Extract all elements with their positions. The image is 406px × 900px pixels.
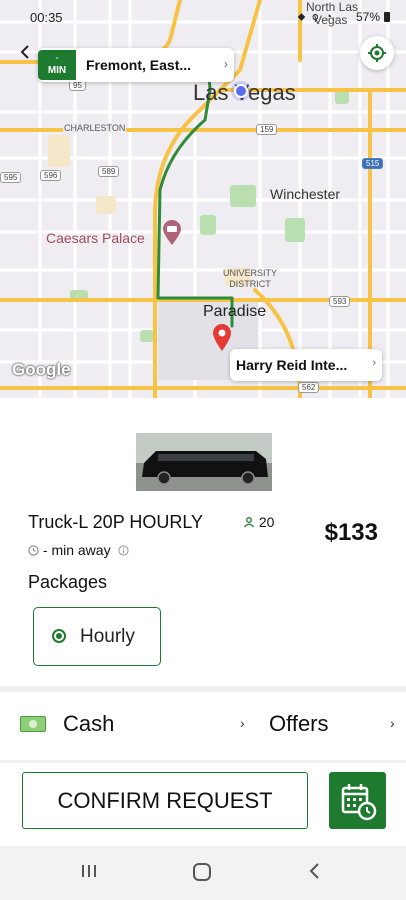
chevron-right-icon[interactable]: › [390,715,395,731]
packages-heading: Packages [28,572,108,592]
dropoff-address: Harry Reid Inte... [236,357,348,373]
route-shield-562: 562 [298,382,320,393]
chevron-right-icon: › [224,57,228,71]
package-label: Hourly [80,626,135,647]
map-label-charleston: CHARLESTON [63,123,127,133]
chevron-right-icon: › [372,357,376,369]
system-nav-bar [0,846,406,900]
pickup-address: Fremont, East... [86,57,192,73]
divider [0,760,406,763]
person-icon [243,517,255,528]
confirm-request-button[interactable]: CONFIRM REQUEST [22,772,308,829]
recent-apps-button[interactable] [80,862,98,886]
my-location-button[interactable] [360,36,394,70]
offers-link[interactable]: Offers [269,711,329,737]
cash-icon [20,716,46,732]
arrow-left-icon [20,45,29,59]
crosshair-icon [368,44,386,62]
chevron-right-icon[interactable]: › [240,715,245,731]
dropoff-location-pill[interactable]: Harry Reid Inte... › [230,349,382,381]
route-shield-159: 159 [256,124,278,135]
divider [0,686,406,692]
route-shield-596: 596 [40,170,62,181]
clock-icon [28,545,39,556]
google-logo: Google [12,360,71,379]
map-view[interactable]: North Las Vegas Las Vegas CHARLESTON Win… [0,0,406,398]
home-icon [193,863,211,881]
capacity-value: 20 [258,514,275,530]
status-icons: ⬥ ⚲ ◔ [297,11,334,23]
vehicle-price: $133 [324,519,378,546]
home-button[interactable] [192,862,212,888]
vehicle-name: Truck-L 20P HOURLY [28,512,204,532]
payment-row: Cash › Offers › [0,696,406,756]
route-shield-515: 515 [362,158,384,169]
vehicle-image [136,433,272,491]
status-bar: 00:35 ⬥ ⚲ ◔ 57% [0,0,406,34]
eta-text: - min away [42,542,111,558]
package-option-hourly[interactable]: Hourly [33,607,161,666]
recent-apps-icon [82,865,96,877]
chevron-left-icon [309,863,319,879]
map-label-winchester: Winchester [270,186,341,202]
vehicle-capacity: 20 [243,514,274,530]
route-shield-593: 593 [329,296,351,307]
vehicle-eta: - min away [28,542,130,558]
calendar-clock-icon [341,784,377,821]
map-label-caesars-palace: Caesars Palace [46,230,145,246]
pickup-eta-box: - MIN [38,50,76,80]
route-shield-595: 595 [0,172,22,183]
back-button[interactable] [18,44,32,65]
map-label-university-district: UNIVERSITY DISTRICT [222,268,277,289]
package-radio [52,629,66,643]
current-location-dot-icon [230,80,252,102]
payment-method[interactable]: Cash [63,711,114,737]
pickup-eta-value: - [55,53,59,64]
status-time: 00:35 [30,10,63,25]
pickup-eta-unit: MIN [47,65,67,76]
hotel-icon [162,220,182,246]
destination-pin-icon [211,322,233,352]
system-back-button[interactable] [308,862,322,886]
battery-level: 57% [355,10,380,24]
schedule-button[interactable] [329,772,386,829]
info-icon[interactable] [118,545,130,556]
battery-icon [384,12,390,22]
pickup-location-pill[interactable]: - MIN Fremont, East... › [38,48,234,82]
map-label-paradise: Paradise [203,303,267,320]
route-shield-589: 589 [98,166,120,177]
